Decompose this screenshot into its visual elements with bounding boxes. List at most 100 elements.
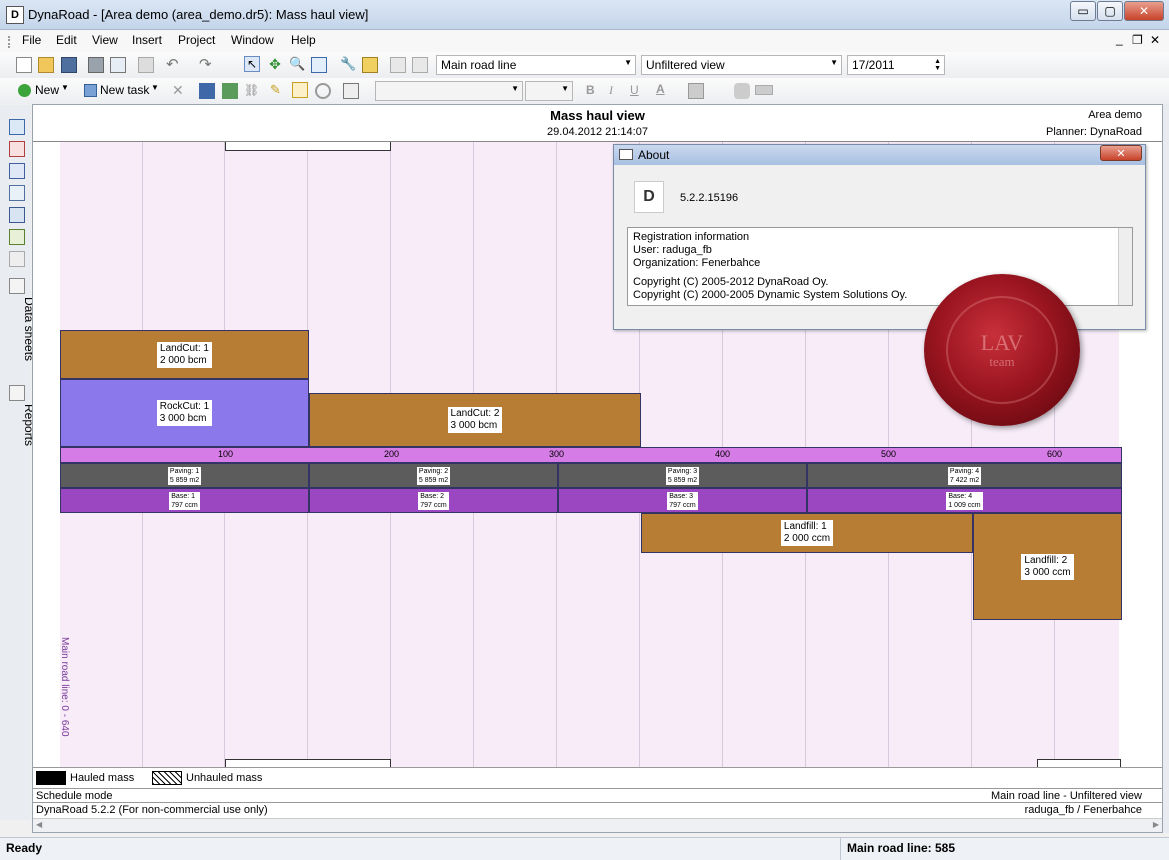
underline-button[interactable]: U [630, 83, 639, 97]
print-icon[interactable] [88, 57, 104, 73]
horizontal-scrollbar[interactable]: ◀ ▶ [33, 818, 1162, 832]
save-icon[interactable] [61, 57, 77, 73]
sheet-icon[interactable] [199, 83, 215, 99]
block-name: Paving: 2 [418, 467, 449, 475]
about-close-button[interactable]: ✕ [1100, 145, 1142, 161]
redo-icon[interactable]: ↷ [199, 55, 215, 73]
italic-button[interactable]: I [609, 83, 613, 98]
mdi-close-button[interactable]: ✕ [1150, 33, 1160, 47]
base-3-block[interactable]: Base: 3 797 ccm [558, 488, 807, 513]
landcut-1-block[interactable]: LandCut: 12 000 bcm [60, 330, 309, 379]
add-icon [18, 84, 31, 97]
menu-insert[interactable]: Insert [132, 33, 162, 47]
scroll-left-icon[interactable]: ◀ [36, 820, 42, 829]
fill-color-icon[interactable] [688, 83, 704, 99]
menu-window[interactable]: Window [231, 33, 274, 47]
registration-info-box[interactable]: Registration information User: raduga_fb… [627, 227, 1133, 306]
landfill-1-block[interactable]: Landfill: 12 000 ccm [641, 513, 973, 553]
new-task-button[interactable]: New task [100, 83, 149, 97]
paving-2-block[interactable]: Paving: 25 859 m2 [309, 463, 558, 488]
layout-alt-icon[interactable] [412, 57, 428, 73]
block-volume: 3 000 ccm [1024, 566, 1071, 578]
block-volume: 2 000 ccm [783, 533, 831, 544]
zoom-icon[interactable]: 🔍 [289, 56, 305, 72]
print-preview-icon[interactable] [110, 57, 126, 73]
link-icon[interactable]: ⛓ [244, 83, 260, 99]
menu-help[interactable]: Help [291, 33, 316, 47]
mass-haul-view-icon[interactable] [9, 141, 25, 157]
open-folder-icon[interactable] [38, 57, 54, 73]
vertical-scrollbar[interactable] [1163, 104, 1169, 833]
paving-4-block[interactable]: Paving: 47 422 m2 [807, 463, 1122, 488]
map-view-icon[interactable] [9, 229, 25, 245]
clock-icon[interactable] [315, 83, 331, 99]
disabled-view-icon[interactable] [9, 251, 25, 267]
mdi-minimize-button[interactable]: _ [1116, 32, 1123, 46]
gantt-view-icon[interactable] [9, 119, 25, 135]
undo-icon[interactable]: ↶ [166, 55, 182, 73]
time-location-icon[interactable] [9, 163, 25, 179]
week-spinner[interactable]: 17/2011 ▲ ▼ [847, 55, 945, 75]
paving-3-block[interactable]: Paving: 35 859 m2 [558, 463, 807, 488]
unhauled-swatch [152, 771, 182, 785]
rockcut-1-block[interactable]: RockCut: 13 000 bcm [60, 379, 309, 447]
zoom-fit-icon[interactable] [311, 57, 327, 73]
copy-icon[interactable] [138, 57, 154, 73]
settings-wrench-icon[interactable]: 🔧 [340, 56, 356, 72]
calculator-icon[interactable] [343, 83, 359, 99]
block-name: Paving: 3 [667, 467, 698, 475]
select-pointer-icon[interactable]: ↖ [244, 56, 260, 72]
properties-icon[interactable] [362, 57, 378, 73]
shape-icon[interactable] [734, 83, 750, 99]
landfill-2-block[interactable]: Landfill: 23 000 ccm [973, 513, 1122, 620]
menu-view[interactable]: View [92, 33, 118, 47]
layout-icon[interactable] [390, 57, 406, 73]
chevron-down-icon[interactable]: ▼ [61, 83, 69, 92]
block-quantity: 5 859 m2 [667, 476, 698, 484]
chevron-down-icon[interactable]: ▼ [151, 83, 159, 92]
delete-icon[interactable]: ✕ [172, 82, 188, 98]
font-family-select[interactable]: ▼ [375, 81, 523, 101]
about-title: About [638, 148, 670, 162]
info-scrollbar[interactable] [1118, 228, 1132, 305]
menu-file[interactable]: File [22, 33, 41, 47]
close-button[interactable]: ✕ [1124, 1, 1164, 21]
truck-icon[interactable] [9, 207, 25, 223]
font-size-select[interactable]: ▼ [525, 81, 573, 101]
highlight-icon[interactable] [292, 82, 308, 98]
paving-1-block[interactable]: Paving: 15 859 m2 [60, 463, 309, 488]
scroll-right-icon[interactable]: ▶ [1153, 820, 1159, 829]
spin-arrows-icon[interactable]: ▲ ▼ [934, 58, 941, 72]
line-style-icon[interactable] [755, 85, 773, 95]
base-1-block[interactable]: Base: 1 797 ccm [60, 488, 309, 513]
new-button[interactable]: New [35, 83, 59, 97]
base-2-block[interactable]: Base: 2 797 ccm [309, 488, 558, 513]
block-name: Base: 3 [669, 492, 694, 500]
view-select[interactable]: Unfiltered view ▼ [641, 55, 842, 75]
landfill-2-label: Landfill: 23 000 ccm [1021, 553, 1074, 580]
pan-icon[interactable]: ✥ [267, 56, 283, 72]
data-sheets-icon[interactable] [9, 278, 25, 294]
mdi-restore-button[interactable]: ❐ [1132, 33, 1143, 47]
menu-bar: File Edit View Insert Project Window Hel… [0, 30, 1169, 52]
move-icon[interactable] [222, 83, 238, 99]
landcut-2-block[interactable]: LandCut: 23 000 bcm [309, 393, 641, 447]
bold-button[interactable]: B [586, 83, 595, 97]
about-dialog: About ✕ D 5.2.2.15196 Registration infor… [613, 144, 1146, 330]
app-icon[interactable]: D [6, 6, 24, 24]
menu-project[interactable]: Project [178, 33, 215, 47]
base-4-block[interactable]: Base: 41 009 ccm [807, 488, 1122, 513]
new-document-icon[interactable] [16, 57, 32, 73]
project-name: Area demo [1088, 109, 1142, 121]
reports-icon[interactable] [9, 385, 25, 401]
status-road-line: Main road line: 585 [847, 841, 956, 855]
pencil-icon[interactable]: ✎ [270, 82, 286, 98]
planner-name: Planner: DynaRoad [1045, 126, 1142, 138]
menu-edit[interactable]: Edit [56, 33, 77, 47]
font-color-button[interactable]: A [656, 82, 665, 96]
minimize-button[interactable]: ▭ [1070, 1, 1096, 21]
road-line-select[interactable]: Main road line ▼ [436, 55, 636, 75]
landfill-1-label: Landfill: 12 000 ccm [780, 520, 834, 546]
resource-view-icon[interactable] [9, 185, 25, 201]
maximize-button[interactable]: ▢ [1097, 1, 1123, 21]
